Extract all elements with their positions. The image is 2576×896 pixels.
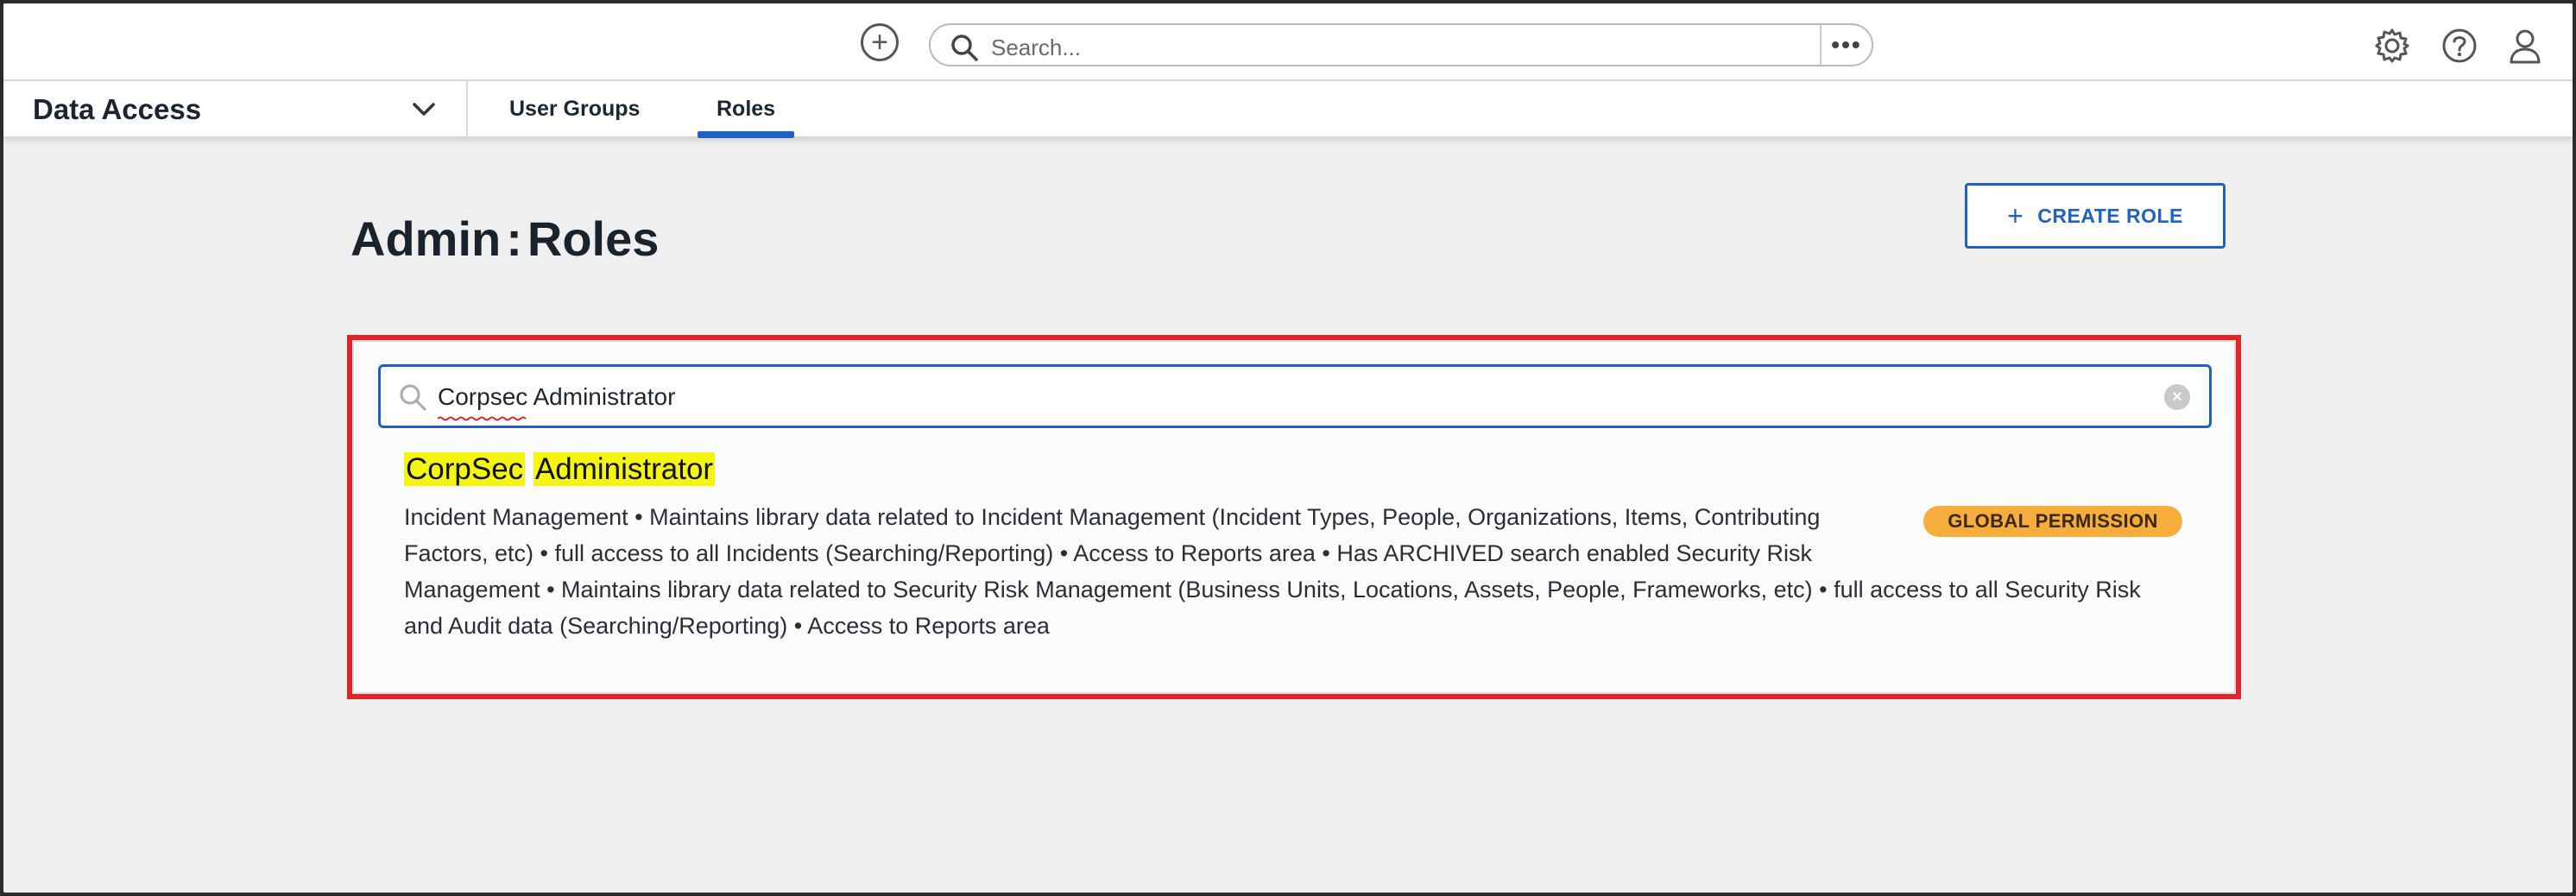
search-icon bbox=[400, 384, 426, 411]
role-result-description: Incident Management • Maintains library … bbox=[404, 504, 2141, 639]
roles-search-panel: × CorpSec Administrator Incident Managem… bbox=[354, 342, 2234, 692]
roles-search-field[interactable]: × bbox=[378, 364, 2212, 428]
app-window: + Search... ••• Data Access User Groups … bbox=[3, 3, 2573, 893]
title-match-highlight: CorpSec bbox=[404, 452, 526, 486]
create-role-label: CREATE ROLE bbox=[2037, 204, 2183, 227]
roles-search-input[interactable] bbox=[438, 379, 2078, 415]
tab-roles[interactable]: Roles bbox=[717, 97, 775, 122]
plus-icon: + bbox=[2007, 199, 2024, 231]
more-options-button[interactable]: ••• bbox=[1820, 25, 1872, 65]
app-selector-label[interactable]: Data Access bbox=[33, 93, 201, 126]
role-result-title[interactable]: CorpSec Administrator bbox=[404, 452, 716, 487]
page-title-name: Roles bbox=[527, 211, 660, 266]
global-permission-badge: GLOBAL PERMISSION bbox=[1923, 506, 2182, 537]
add-icon[interactable]: + bbox=[861, 23, 899, 61]
nav-bar: Data Access User Groups Roles bbox=[3, 81, 2573, 138]
gear-icon[interactable] bbox=[2372, 26, 2412, 66]
chevron-down-icon[interactable] bbox=[409, 97, 439, 123]
search-icon bbox=[951, 35, 978, 61]
clear-search-icon[interactable]: × bbox=[2164, 384, 2190, 410]
page-title-separator: : bbox=[506, 211, 522, 266]
nav-divider bbox=[466, 81, 468, 138]
tab-user-groups[interactable]: User Groups bbox=[509, 97, 640, 122]
user-icon[interactable] bbox=[2505, 26, 2545, 66]
search-placeholder: Search... bbox=[991, 35, 1082, 60]
page-title-section: Admin bbox=[350, 211, 502, 266]
global-search[interactable]: Search... ••• bbox=[929, 23, 1873, 66]
active-tab-indicator bbox=[698, 131, 794, 138]
help-icon[interactable] bbox=[2440, 26, 2479, 66]
page-title: Admin: Roles bbox=[350, 211, 659, 267]
title-match-highlight: Administrator bbox=[533, 452, 716, 486]
create-role-button[interactable]: + CREATE ROLE bbox=[1965, 183, 2226, 249]
top-bar: + Search... ••• bbox=[3, 3, 2573, 81]
spellcheck-underline bbox=[438, 416, 527, 421]
